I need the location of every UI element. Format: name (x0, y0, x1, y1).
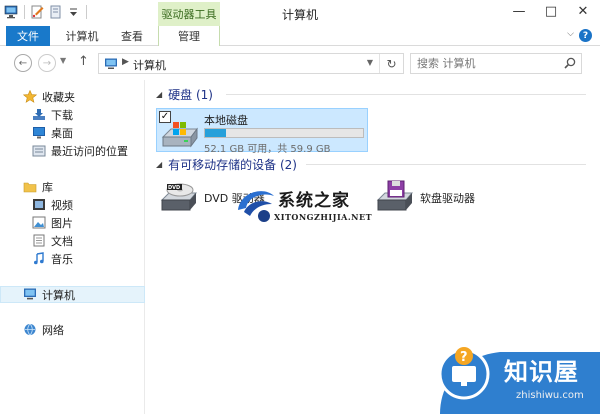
video-icon (32, 198, 46, 211)
customize-toolbar-icon[interactable] (66, 5, 81, 19)
navigation-pane: 收藏夹 下载 桌面 最近访问的位置 库 视频 图片 文档 音乐 计算机 网络 (0, 80, 145, 414)
nav-videos-label: 视频 (51, 198, 73, 212)
computer-icon (23, 288, 37, 301)
tab-computer[interactable]: 计算机 (58, 26, 106, 46)
expand-ribbon-icon[interactable]: ⌵ (567, 29, 574, 39)
address-bar[interactable]: ▶ 计算机 ▼ ↻ (98, 53, 404, 74)
hard-drive-icon (161, 119, 199, 151)
dvd-drive-icon: DVD (160, 180, 200, 216)
brand-watermark: ? 知识屋 zhishiwu.com (430, 330, 600, 414)
drive-name: 本地磁盘 (204, 114, 248, 127)
up-button[interactable]: ↑ (78, 54, 89, 69)
svg-text:?: ? (460, 350, 468, 365)
drive-usage-fill (205, 129, 226, 137)
computer-icon (104, 58, 118, 73)
refresh-button[interactable]: ↻ (379, 54, 403, 73)
breadcrumb[interactable]: 计算机 (133, 57, 166, 73)
nav-network-label: 网络 (42, 323, 64, 337)
drive-capacity: 52.1 GB 可用，共 59.9 GB (204, 144, 331, 155)
maximize-button[interactable]: □ (536, 0, 566, 22)
drive-item[interactable]: ✓ 本地磁盘 52.1 GB 可用，共 59.9 GB (156, 108, 368, 155)
nav-network[interactable]: 网络 (0, 321, 145, 338)
nav-downloads[interactable]: 下载 (0, 106, 145, 123)
help-icon[interactable]: ? (579, 29, 592, 42)
group-removable-devices-label: 有可移动存储的设备 (2) (168, 157, 297, 172)
nav-libraries[interactable]: 库 (0, 178, 145, 195)
picture-icon (32, 216, 46, 229)
search-icon[interactable] (564, 57, 576, 69)
nav-recent-places[interactable]: 最近访问的位置 (0, 142, 145, 159)
nav-documents-label: 文档 (51, 234, 73, 248)
minimize-button[interactable]: — (504, 0, 534, 22)
tab-file[interactable]: 文件 (6, 26, 50, 46)
nav-documents[interactable]: 文档 (0, 232, 145, 249)
drive-usage-bar (204, 128, 364, 138)
star-icon (22, 89, 38, 103)
svg-text:DVD: DVD (168, 185, 180, 191)
nav-pictures-label: 图片 (51, 216, 73, 230)
group-divider (306, 164, 586, 165)
library-folder-icon (23, 180, 37, 193)
group-removable-devices[interactable]: ◢ 有可移动存储的设备 (2) (156, 156, 586, 172)
address-dropdown-icon[interactable]: ▼ (367, 58, 373, 67)
download-icon (32, 108, 46, 121)
collapse-chevron-icon[interactable]: ◢ (156, 160, 162, 169)
site-watermark-url: XITONGZHIJIA.NET (274, 212, 373, 222)
nav-videos[interactable]: 视频 (0, 196, 145, 213)
site-watermark: 系统之家 XITONGZHIJIA.NET (234, 180, 394, 230)
nav-music[interactable]: 音乐 (0, 250, 145, 267)
brand-watermark-title: 知识屋 (504, 358, 579, 386)
tab-manage[interactable]: 管理 (158, 26, 220, 47)
close-button[interactable]: ✕ (568, 0, 598, 22)
group-hard-disks[interactable]: ◢ 硬盘 (1) (156, 86, 586, 102)
nav-desktop[interactable]: 桌面 (0, 124, 145, 141)
quick-access-toolbar (4, 5, 89, 19)
desktop-icon (32, 126, 46, 139)
site-watermark-title: 系统之家 (278, 191, 350, 211)
ribbon-tabs: 文件 计算机 查看 管理 ⌵ ? (0, 26, 600, 47)
site-logo-icon (238, 191, 274, 222)
nav-favorites-label: 收藏夹 (42, 90, 75, 104)
computer-icon[interactable] (4, 5, 19, 19)
floppy-drive-label: 软盘驱动器 (420, 192, 475, 205)
nav-music-label: 音乐 (51, 252, 73, 266)
nav-desktop-label: 桌面 (51, 126, 73, 140)
search-input[interactable] (417, 56, 557, 71)
nav-computer[interactable]: 计算机 (0, 286, 145, 303)
recent-places-icon (32, 144, 46, 157)
toolbar-divider (86, 5, 87, 19)
recent-locations-dropdown-icon[interactable]: ▼ (60, 56, 66, 65)
music-icon (32, 252, 46, 265)
nav-libraries-label: 库 (42, 180, 53, 194)
brand-watermark-url: zhishiwu.com (516, 390, 584, 401)
nav-recent-places-label: 最近访问的位置 (51, 144, 128, 158)
context-tab-group-label: 驱动器工具 (158, 2, 220, 26)
forward-button[interactable]: → (38, 54, 56, 72)
group-hard-disks-label: 硬盘 (1) (168, 87, 213, 102)
title-bar: 驱动器工具 计算机 — □ ✕ (0, 0, 600, 26)
toolbar-divider (24, 5, 25, 19)
navigation-bar: ← → ▼ ↑ ▶ 计算机 ▼ ↻ (0, 46, 600, 80)
document-icon (32, 234, 46, 247)
collapse-chevron-icon[interactable]: ◢ (156, 90, 162, 99)
tab-view[interactable]: 查看 (112, 26, 152, 46)
search-box[interactable] (410, 53, 582, 74)
nav-computer-label: 计算机 (42, 288, 75, 302)
nav-pictures[interactable]: 图片 (0, 214, 145, 231)
new-folder-icon[interactable] (48, 5, 63, 19)
breadcrumb-separator-icon[interactable]: ▶ (122, 57, 129, 67)
group-divider (226, 94, 586, 95)
network-icon (23, 323, 37, 336)
back-button[interactable]: ← (14, 54, 32, 72)
window-title: 计算机 (281, 8, 318, 22)
nav-favorites[interactable]: 收藏夹 (0, 88, 145, 105)
nav-downloads-label: 下载 (51, 108, 73, 122)
properties-icon[interactable] (30, 5, 45, 19)
